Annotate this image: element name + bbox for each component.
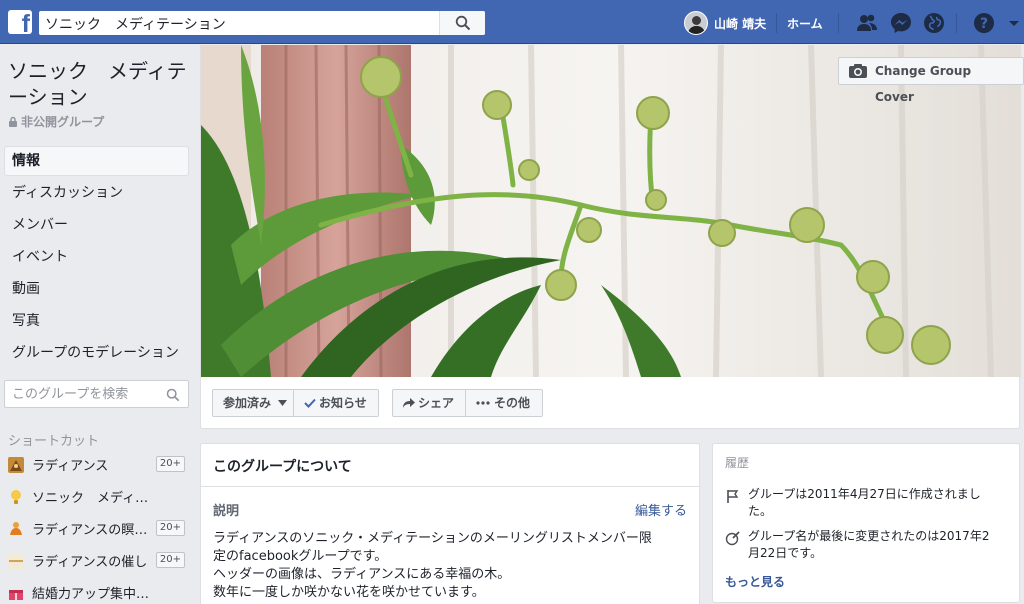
shortcut-item[interactable]: ラディアンス 20+ — [4, 453, 189, 477]
shortcut-item[interactable]: 結婚力アップ集中プログラム — [4, 581, 189, 604]
nav-divider — [838, 13, 839, 33]
group-search-input[interactable] — [12, 385, 162, 403]
notifications-label: お知らせ — [319, 396, 367, 410]
nav-divider — [776, 13, 777, 33]
help-icon[interactable]: ? — [972, 11, 996, 35]
lock-icon — [9, 116, 17, 127]
share-button[interactable]: シェア — [392, 389, 466, 417]
about-card-title: このグループについて — [213, 459, 352, 475]
privacy-label: 非公開グループ — [21, 115, 105, 129]
checkmark-icon — [304, 398, 316, 408]
avatar[interactable] — [684, 11, 708, 35]
sidebar-item-moderation[interactable]: グループのモデレーション — [4, 338, 189, 368]
shortcut-count-badge: 20+ — [155, 456, 185, 472]
shortcut-label[interactable]: 結婚力アップ集中プログラム — [32, 583, 152, 602]
more-dots-icon — [476, 401, 490, 405]
meditation-icon — [10, 522, 22, 535]
search-button[interactable] — [439, 11, 485, 35]
friend-requests-icon[interactable] — [855, 11, 879, 35]
shortcut-label[interactable]: ラディアンスの催し — [32, 551, 152, 570]
home-link[interactable]: ホーム — [787, 15, 823, 32]
sidebar-item-videos[interactable]: 動画 — [4, 274, 189, 304]
search-input[interactable]: ソニック メディテーション — [45, 14, 226, 34]
search-bar[interactable]: ソニック メディテーション — [39, 11, 485, 35]
gift-icon — [9, 590, 23, 600]
description-line: 定のfacebookグループです。 — [213, 549, 388, 564]
shortcuts-heading: ショートカット — [8, 434, 100, 449]
sidebar-item-discussion[interactable]: ディスカッション — [4, 178, 189, 208]
top-bar: f ソニック メディテーション 山崎 靖夫 ホーム ? — [0, 0, 1024, 44]
history-created-line: グループは2011年4月27日に作成されまし — [748, 487, 981, 501]
edit-description-link[interactable]: 編集する — [635, 500, 687, 519]
history-card: 履歴 グループは2011年4月27日に作成されまし た。 グループ名が最後に変更… — [712, 443, 1020, 603]
group-thumbnail-icon — [8, 457, 24, 473]
share-arrow-icon — [403, 398, 415, 408]
search-icon — [455, 15, 471, 31]
shortcut-item[interactable]: ラディアンスの瞑想会 20+ — [4, 517, 189, 541]
description-line: ヘッダーの画像は、ラディアンスにある幸福の木。 — [213, 567, 511, 582]
change-cover-button[interactable]: Change Group Cover — [838, 57, 1024, 104]
history-heading: 履歴 — [725, 456, 750, 470]
group-title[interactable]: ソニック メディテーション — [8, 58, 193, 110]
description-line: 数年に一度しか咲かない花を咲かせています。 — [213, 585, 485, 600]
chevron-down-icon — [278, 400, 288, 406]
camera-icon — [849, 64, 867, 78]
facebook-logo-icon[interactable]: f — [8, 10, 32, 34]
account-menu-dropdown-icon[interactable] — [1008, 11, 1020, 35]
lightbulb-icon — [11, 490, 21, 504]
shortcut-count-badge: 20+ — [155, 520, 185, 536]
shortcut-item[interactable]: ソニック メディテーション — [4, 485, 189, 509]
group-search-box[interactable] — [4, 380, 189, 408]
notifications-button[interactable]: お知らせ — [293, 389, 379, 417]
shortcut-label[interactable]: ソニック メディテーション — [32, 487, 152, 506]
about-card: このグループについて 説明 編集する ラディアンスのソニック・メディテーションの… — [200, 443, 700, 604]
more-label: その他 — [494, 396, 531, 410]
search-icon[interactable] — [166, 388, 180, 402]
sidebar-item-photos[interactable]: 写真 — [4, 306, 189, 336]
joined-label: 参加済み — [223, 396, 272, 410]
shortcut-item[interactable]: ラディアンスの催し 20+ — [4, 549, 189, 573]
flag-icon — [727, 490, 739, 503]
divider — [201, 486, 699, 487]
messenger-icon[interactable] — [889, 11, 913, 35]
shortcut-count-badge: 20+ — [155, 552, 185, 568]
history-created-line: た。 — [748, 504, 773, 518]
history-renamed-line: グループ名が最後に変更されたのは2017年2 — [748, 529, 990, 543]
group-privacy: 非公開グループ — [8, 113, 104, 130]
notifications-globe-icon[interactable] — [922, 11, 946, 35]
svg-text:?: ? — [980, 16, 988, 32]
more-options-button[interactable]: その他 — [465, 389, 543, 417]
nav-divider — [956, 13, 957, 33]
shortcut-label[interactable]: ラディアンスの瞑想会 — [32, 519, 152, 538]
shortcut-label[interactable]: ラディアンス — [32, 455, 152, 474]
user-name[interactable]: 山崎 靖夫 — [714, 15, 766, 32]
description-label: 説明 — [213, 504, 240, 519]
history-renamed-line: 月22日です。 — [748, 546, 823, 560]
description-line: ラディアンスのソニック・メディテーションのメーリングリストメンバー限 — [213, 531, 652, 546]
sidebar-item-members[interactable]: メンバー — [4, 210, 189, 240]
share-label: シェア — [418, 396, 455, 410]
group-thumbnail-icon — [8, 553, 24, 569]
see-more-link[interactable]: もっと見る — [725, 573, 785, 590]
sidebar-item-about[interactable]: 情報 — [4, 146, 189, 176]
sidebar-item-events[interactable]: イベント — [4, 242, 189, 272]
edit-pencil-icon — [725, 531, 740, 546]
joined-dropdown-button[interactable]: 参加済み — [212, 389, 294, 417]
